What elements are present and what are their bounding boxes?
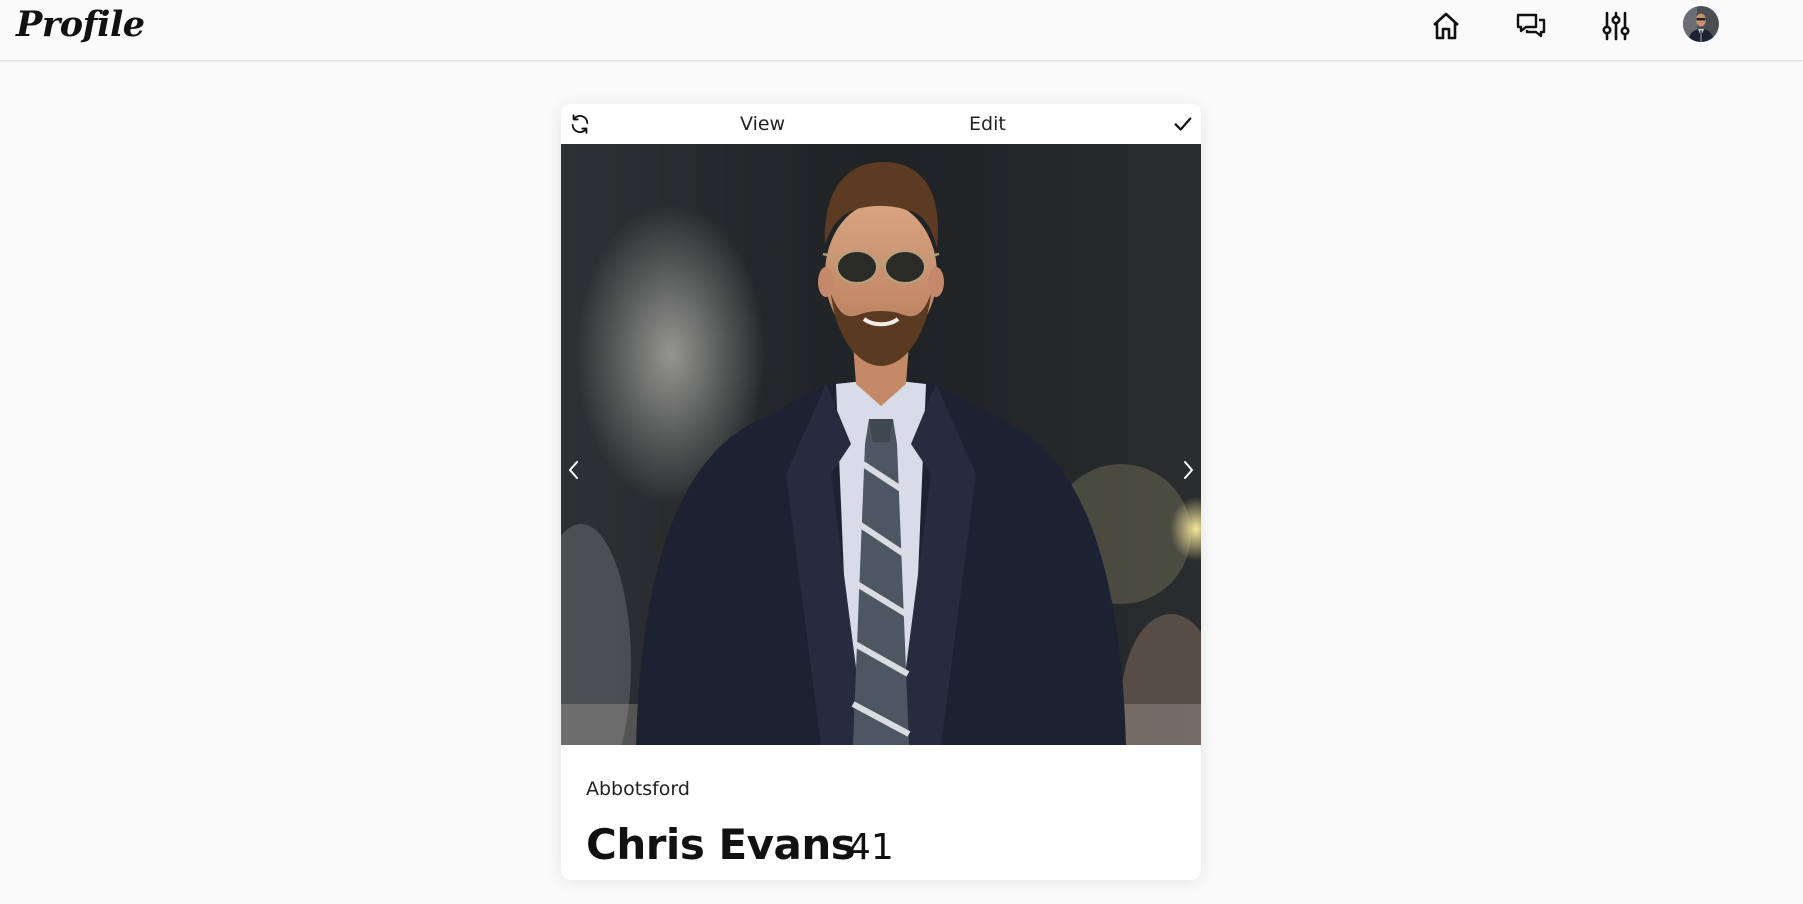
chevron-left-icon[interactable] (562, 458, 586, 482)
profile-name: Chris Evans (586, 820, 856, 869)
avatar[interactable] (1683, 6, 1719, 42)
check-icon[interactable] (1169, 110, 1197, 138)
edit-tab[interactable]: Edit (969, 113, 1006, 135)
card-toolbar: View Edit (561, 104, 1201, 144)
chevron-right-icon[interactable] (1176, 458, 1200, 482)
profile-card: View Edit Abbotsford Chris Evans 41 (561, 104, 1201, 880)
app-logo[interactable]: Profile (16, 4, 145, 45)
profile-location: Abbotsford (586, 778, 690, 800)
profile-age: 41 (848, 827, 894, 868)
refresh-icon[interactable] (566, 110, 594, 138)
home-icon[interactable] (1428, 8, 1464, 44)
view-tab[interactable]: View (740, 113, 785, 135)
messages-icon[interactable] (1513, 8, 1549, 44)
profile-photo (561, 144, 1201, 745)
top-bar: Profile (0, 0, 1803, 61)
sliders-icon[interactable] (1598, 8, 1634, 44)
profile-info: Abbotsford Chris Evans 41 (561, 745, 1201, 880)
